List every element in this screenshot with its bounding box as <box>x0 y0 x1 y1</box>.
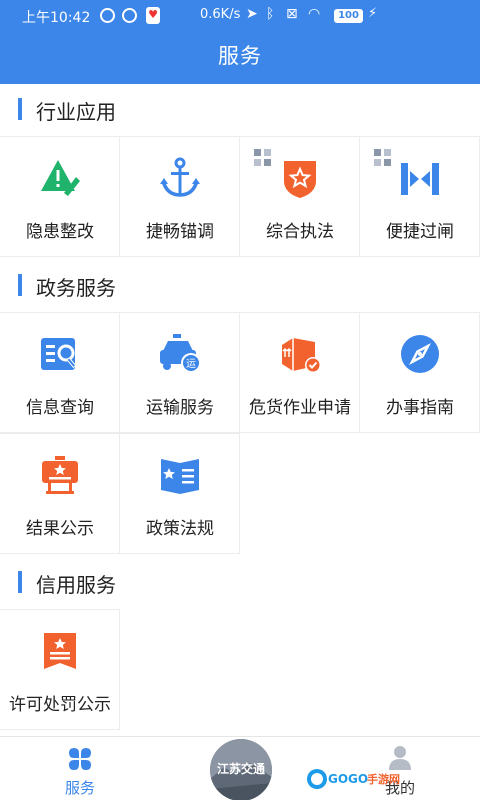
tab-jiangsu-transport[interactable]: 江苏交通 <box>210 739 272 800</box>
location-app-icon: ♥ <box>146 7 160 24</box>
top-bar: 上午10:42 ♥ 0.6K/s ➤ ᛒ ⊠ ◠ 100 ⚡ 服务 <box>0 0 480 84</box>
policy-book-icon <box>161 459 199 494</box>
charging-icon: ⚡ <box>368 6 378 21</box>
network-speed: 0.6K/s <box>200 7 241 22</box>
grid-item-label: 危货作业申请 <box>249 398 351 418</box>
app-grid-icon <box>254 149 271 166</box>
anchor-icon <box>160 157 200 197</box>
page-title: 服务 <box>218 44 262 68</box>
section-accent-bar <box>18 571 22 593</box>
section-accent-bar <box>18 274 22 296</box>
grid-item-hazard-rectification[interactable]: 隐患整改 <box>0 136 120 257</box>
section-header-credit: 信用服务 <box>0 557 480 609</box>
grid-item-label: 信息查询 <box>26 398 94 418</box>
section-header-industry: 行业应用 <box>0 84 480 136</box>
grid-item-label: 许可处罚公示 <box>9 695 111 715</box>
grid-item-label: 捷畅锚调 <box>146 222 214 242</box>
tab-services[interactable]: 服务 <box>40 737 120 800</box>
result-board-icon <box>42 456 78 494</box>
sim-icon: ⊠ <box>286 6 298 22</box>
gogo-watermark-logo: GOGO 手游网 <box>307 769 400 789</box>
notification-icon <box>100 8 115 23</box>
grid-item-label: 运输服务 <box>146 398 214 418</box>
transport-badge-text: 运 <box>186 358 196 370</box>
bottom-tab-bar: 服务 江苏交通 我的 <box>0 736 480 800</box>
section-header-government: 政务服务 <box>0 260 480 312</box>
svg-text:GOGO: GOGO <box>328 772 368 786</box>
grid-item-result-publicity[interactable]: 结果公示 <box>0 433 120 554</box>
tab-label: 服务 <box>64 779 95 797</box>
grid-item-label: 综合执法 <box>266 222 334 242</box>
status-time: 上午10:42 <box>22 10 91 26</box>
grid-item-policy-regulations[interactable]: 政策法规 <box>120 433 240 554</box>
section-title: 政务服务 <box>36 276 116 300</box>
grid-item-dangerous-goods[interactable]: 危货作业申请 <box>240 312 360 433</box>
grid-item-transport-service[interactable]: 运 运输服务 <box>120 312 240 433</box>
location-arrow-icon: ➤ <box>246 6 258 22</box>
grid-item-info-query[interactable]: 信息查询 <box>0 312 120 433</box>
grid-item-service-guide[interactable]: 办事指南 <box>360 312 480 433</box>
svg-text:手游网: 手游网 <box>367 772 400 786</box>
grid-item-label: 便捷过闸 <box>386 222 454 242</box>
dangerous-goods-icon <box>282 338 321 373</box>
tab-center-label: 江苏交通 <box>216 762 265 776</box>
grid-item-label: 隐患整改 <box>26 222 94 242</box>
bluetooth-icon: ᛒ <box>266 6 275 22</box>
grid-item-lock-passage[interactable]: 便捷过闸 <box>360 136 480 257</box>
notification-icon <box>122 8 137 23</box>
transport-car-icon: 运 <box>160 334 201 373</box>
grid-item-label: 结果公示 <box>26 519 94 539</box>
grid-item-label: 办事指南 <box>386 398 454 418</box>
police-badge-icon <box>284 161 316 198</box>
grid-item-anchor-dispatch[interactable]: 捷畅锚调 <box>120 136 240 257</box>
grid-item-law-enforcement[interactable]: 综合执法 <box>240 136 360 257</box>
services-tab-icon <box>69 748 91 770</box>
grid-item-permit-penalty[interactable]: 许可处罚公示 <box>0 609 120 730</box>
compass-icon <box>401 335 439 373</box>
battery-indicator: 100 <box>334 9 363 23</box>
app-grid-icon <box>374 149 391 166</box>
permit-penalty-icon <box>44 633 76 669</box>
section-accent-bar <box>18 98 22 120</box>
info-search-icon <box>41 338 77 370</box>
status-bar: 上午10:42 ♥ 0.6K/s ➤ ᛒ ⊠ ◠ 100 ⚡ <box>0 0 480 32</box>
lock-gate-icon <box>401 163 439 195</box>
wifi-icon: ◠ <box>308 6 321 22</box>
warning-edit-icon <box>41 160 80 196</box>
section-title: 行业应用 <box>36 100 116 124</box>
section-title: 信用服务 <box>36 573 116 597</box>
grid-item-label: 政策法规 <box>146 519 214 539</box>
